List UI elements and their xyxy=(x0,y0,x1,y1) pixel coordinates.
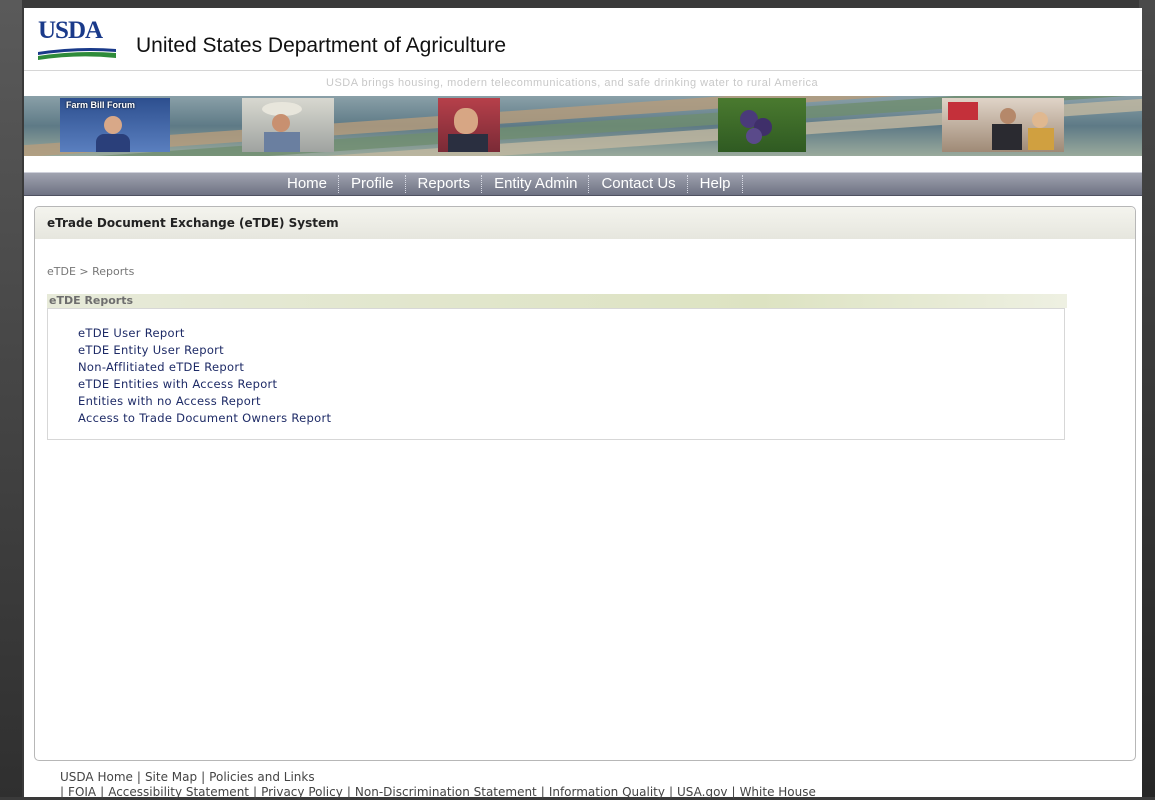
site-tagline: USDA brings housing, modern telecommunic… xyxy=(326,77,819,89)
footer-row-1: USDA Home | Site Map | Policies and Links xyxy=(60,770,315,784)
reports-section-header: eTDE Reports xyxy=(47,294,1067,308)
nav-separator xyxy=(741,175,744,193)
report-link-non-affiliated[interactable]: Non-Afflitiated eTDE Report xyxy=(78,359,331,376)
report-link-entities-with-access[interactable]: eTDE Entities with Access Report xyxy=(78,376,331,393)
nav-reports[interactable]: Reports xyxy=(407,173,482,195)
nav-contact-us[interactable]: Contact Us xyxy=(590,173,686,195)
system-title: eTrade Document Exchange (eTDE) System xyxy=(47,216,339,230)
footer-row-2: | FOIA | Accessibility Statement | Privacy Po… xyxy=(60,785,816,799)
reports-section-title: eTDE Reports xyxy=(49,294,134,307)
nav-home[interactable]: Home xyxy=(276,173,338,195)
main-navbar: Home Profile Reports Entity Admin Contac… xyxy=(24,172,1142,196)
window-frame-left xyxy=(0,0,22,797)
report-link-entity-user[interactable]: eTDE Entity User Report xyxy=(78,342,331,359)
report-link-document-owners[interactable]: Access to Trade Document Owners Report xyxy=(78,410,331,427)
usda-logo[interactable]: USDA xyxy=(38,18,120,62)
site-header: USDA United States Department of Agricul… xyxy=(24,8,1142,70)
farm-bill-forum-label: Farm Bill Forum xyxy=(66,100,136,110)
official-photo xyxy=(438,98,500,152)
footer-usda-home[interactable]: USDA Home xyxy=(60,770,133,784)
usda-logo-text: USDA xyxy=(38,17,103,44)
nav-profile[interactable]: Profile xyxy=(340,173,405,195)
nav-help[interactable]: Help xyxy=(689,173,742,195)
breadcrumb-separator: > xyxy=(79,265,89,278)
report-list: eTDE User Report eTDE Entity User Report… xyxy=(78,325,331,427)
breadcrumb-current: Reports xyxy=(92,265,135,278)
breadcrumb: eTDE > Reports xyxy=(47,265,134,278)
photo-banner: Farm Bill Forum xyxy=(24,96,1142,156)
reports-list-box: eTDE User Report eTDE Entity User Report… xyxy=(47,308,1065,440)
usda-swoosh-icon xyxy=(38,48,116,60)
workers-photo xyxy=(942,98,1064,152)
footer-site-map[interactable]: Site Map xyxy=(145,770,197,784)
report-link-user[interactable]: eTDE User Report xyxy=(78,325,331,342)
content-panel: eTrade Document Exchange (eTDE) System e… xyxy=(34,206,1136,761)
breadcrumb-etde[interactable]: eTDE xyxy=(47,265,76,278)
site-footer: USDA Home | Site Map | Policies and Links | F… xyxy=(60,770,816,800)
department-name: United States Department of Agriculture xyxy=(136,34,507,57)
nav-entity-admin[interactable]: Entity Admin xyxy=(483,173,588,195)
page: USDA United States Department of Agricul… xyxy=(24,8,1142,800)
nav-links: Home Profile Reports Entity Admin Contac… xyxy=(276,173,744,195)
farmer-photo xyxy=(242,98,334,152)
grapes-photo xyxy=(718,98,806,152)
footer-policies[interactable]: Policies and Links xyxy=(209,770,314,784)
farm-bill-forum-photo: Farm Bill Forum xyxy=(60,98,170,152)
report-link-entities-no-access[interactable]: Entities with no Access Report xyxy=(78,393,331,410)
header-divider xyxy=(24,70,1142,71)
content-title-bar: eTrade Document Exchange (eTDE) System xyxy=(35,207,1135,239)
